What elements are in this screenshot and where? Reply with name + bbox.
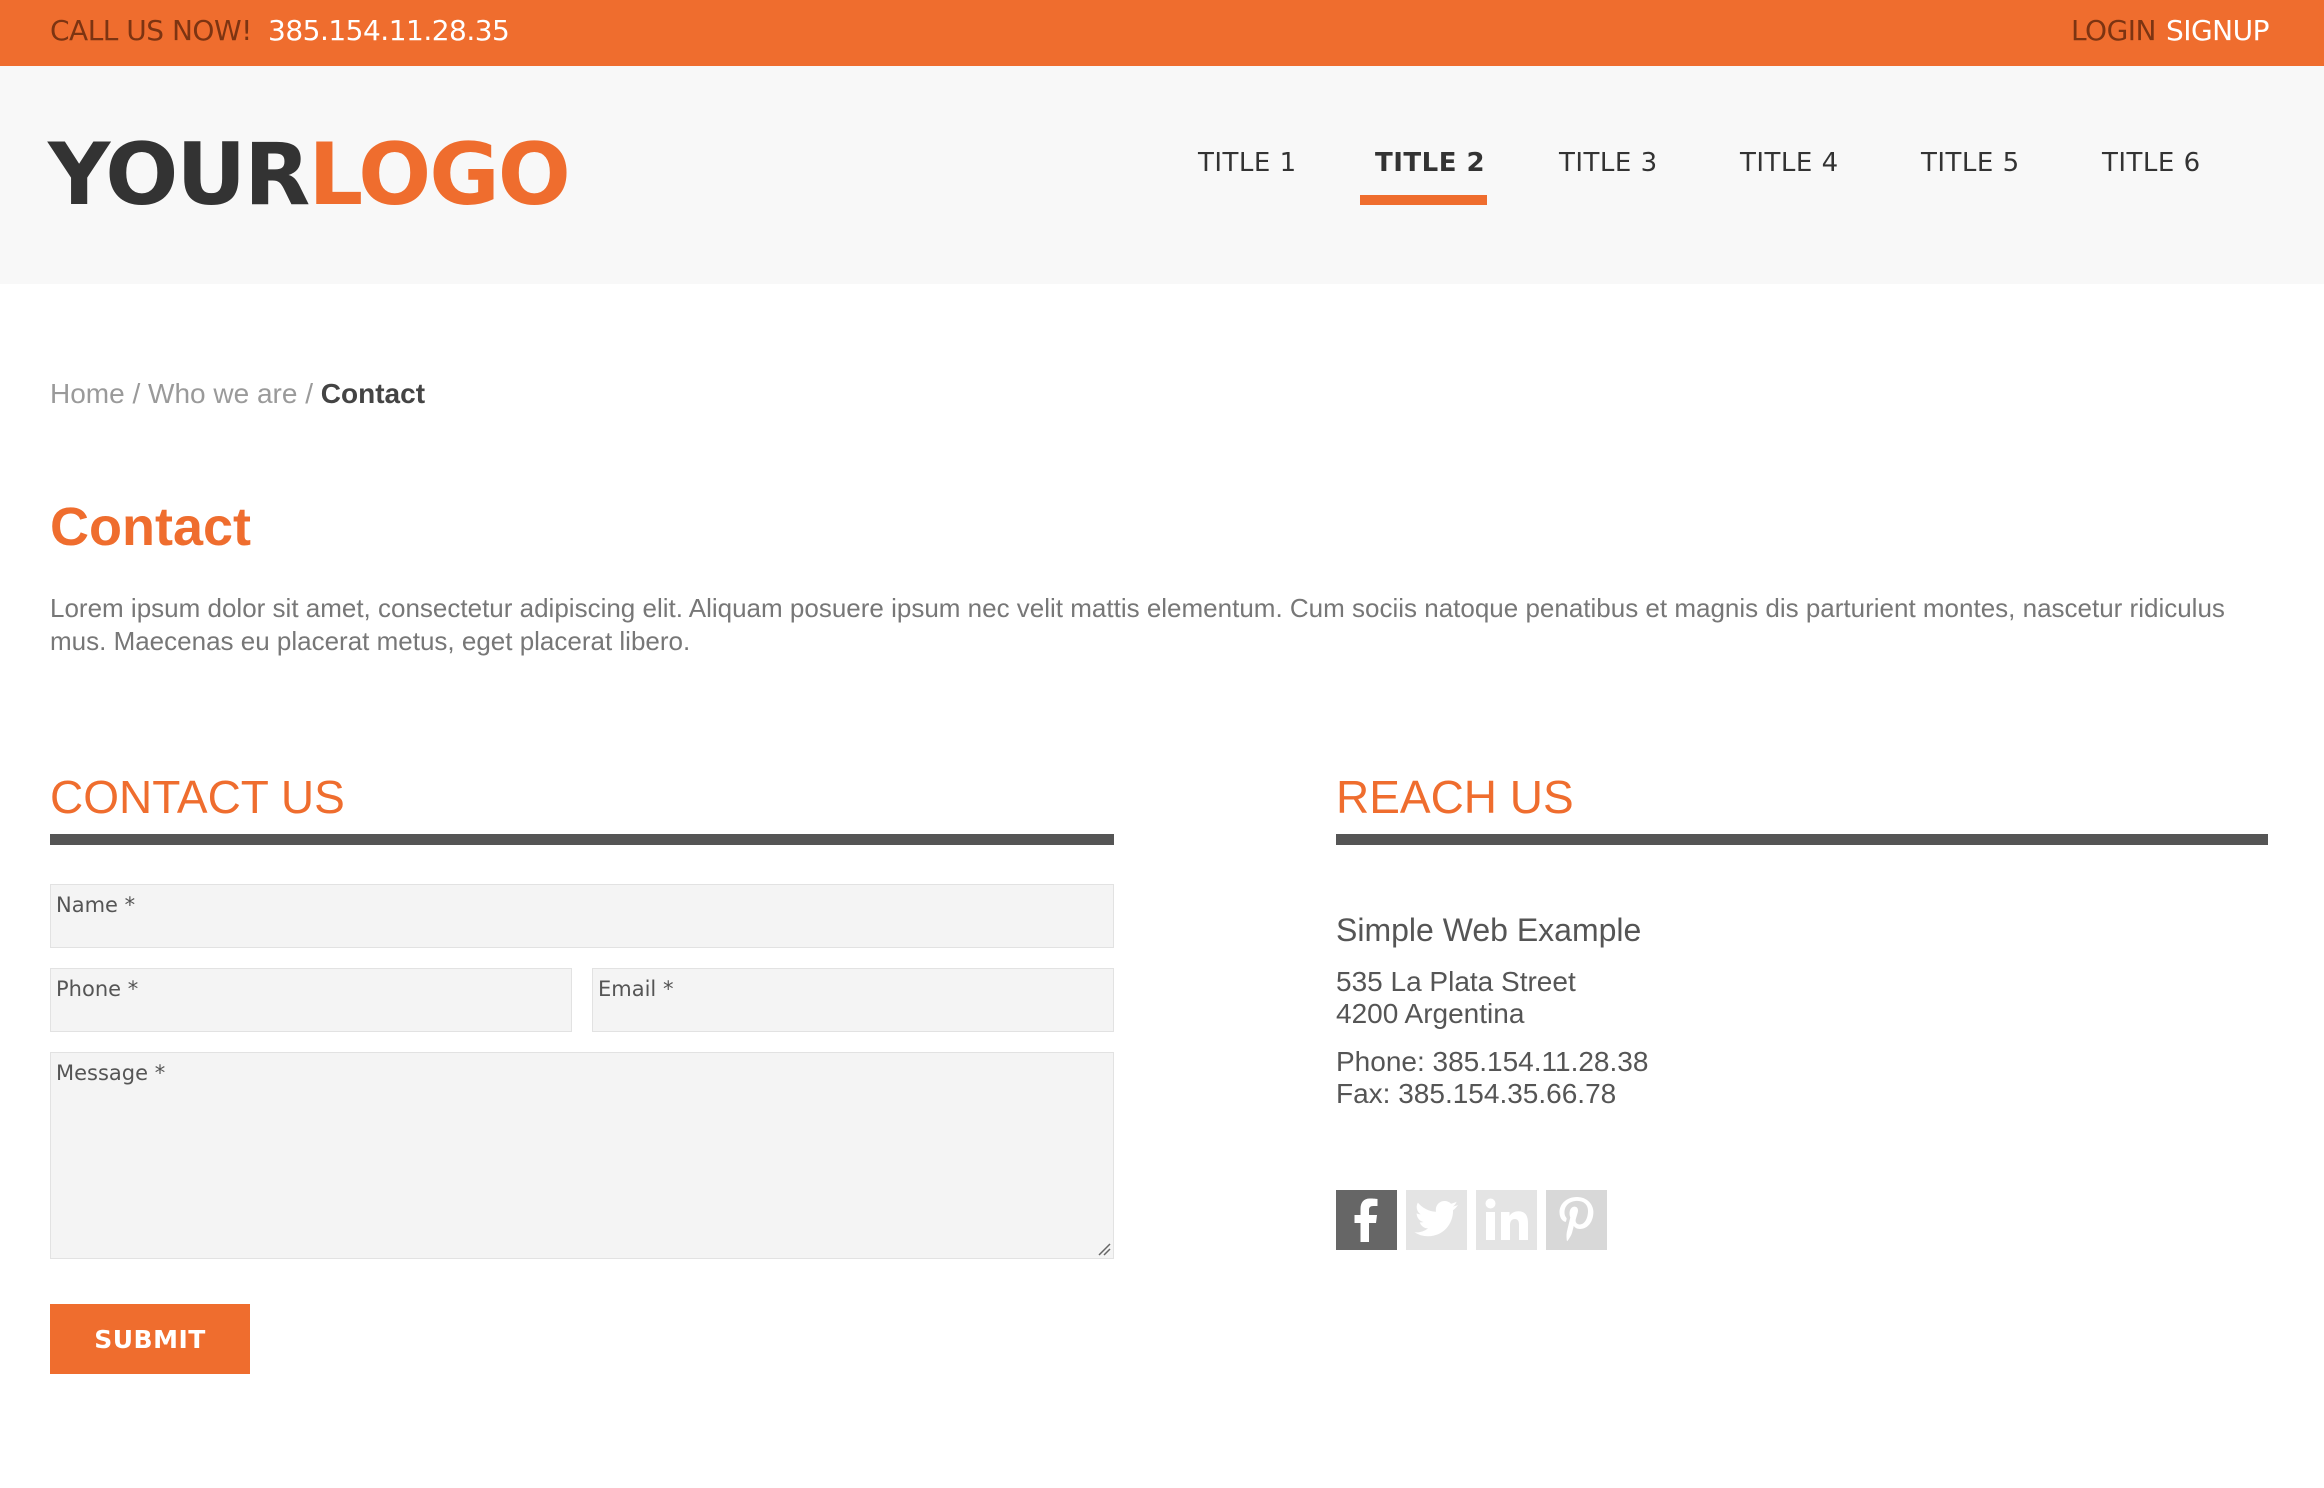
active-nav-indicator [1360, 195, 1487, 205]
nav-item-title-6[interactable]: TITLE 6 [2102, 148, 2201, 178]
message-field[interactable]: Message * [50, 1052, 1114, 1259]
site-header: YOURLOGO TITLE 1 TITLE 2 TITLE 3 TITLE 4… [0, 66, 2324, 284]
email-field-label: Email * [598, 977, 674, 1001]
address-line-2: 4200 Argentina [1336, 998, 1525, 1029]
linkedin-icon[interactable] [1476, 1190, 1537, 1250]
email-field[interactable]: Email * [592, 968, 1114, 1032]
breadcrumb-home[interactable]: Home [50, 378, 125, 409]
name-field-label: Name * [56, 893, 136, 917]
breadcrumb-who-we-are[interactable]: Who we are [148, 378, 297, 409]
call-us-label: CALL US NOW! [50, 14, 252, 47]
twitter-icon[interactable] [1406, 1190, 1467, 1250]
login-link[interactable]: LOGIN [2071, 14, 2157, 47]
nav-item-title-3[interactable]: TITLE 3 [1559, 148, 1658, 178]
nav-item-title-4[interactable]: TITLE 4 [1740, 148, 1839, 178]
reach-us-divider [1336, 834, 2268, 845]
site-logo[interactable]: YOURLOGO [48, 132, 571, 218]
page-title: Contact [50, 497, 251, 557]
breadcrumb-separator: / [132, 378, 141, 409]
nav-item-title-5[interactable]: TITLE 5 [1921, 148, 2020, 178]
message-field-label: Message * [56, 1061, 166, 1085]
logo-part-your: YOUR [48, 125, 310, 225]
nav-item-title-2[interactable]: TITLE 2 [1375, 148, 1485, 178]
contact-us-divider [50, 834, 1114, 845]
nav-item-title-1[interactable]: TITLE 1 [1198, 148, 1297, 178]
intro-paragraph: Lorem ipsum dolor sit amet, consectetur … [50, 593, 2225, 656]
address-line-1: 535 La Plata Street [1336, 966, 1576, 997]
company-name: Simple Web Example [1336, 912, 1642, 948]
phone-field[interactable]: Phone * [50, 968, 572, 1032]
breadcrumb: Home / Who we are / Contact [50, 378, 425, 410]
phone-field-label: Phone * [56, 977, 139, 1001]
contact-fax: Fax: 385.154.35.66.78 [1336, 1078, 1617, 1109]
breadcrumb-separator: / [305, 378, 314, 409]
breadcrumb-current: Contact [320, 378, 426, 409]
logo-part-logo: LOGO [308, 125, 571, 225]
contact-phone: Phone: 385.154.11.28.38 [1336, 1046, 1649, 1077]
facebook-icon[interactable] [1336, 1190, 1397, 1250]
pinterest-icon[interactable] [1546, 1190, 1607, 1250]
signup-link[interactable]: SIGNUP [2166, 14, 2270, 47]
reach-us-heading: REACH US [1336, 771, 1574, 823]
contact-us-heading: CONTACT US [50, 771, 345, 823]
submit-button[interactable]: SUBMIT [50, 1304, 250, 1374]
top-bar: CALL US NOW! 385.154.11.28.35 LOGIN SIGN… [0, 0, 2324, 66]
name-field[interactable]: Name * [50, 884, 1114, 948]
resize-handle-icon[interactable] [1097, 1242, 1111, 1256]
top-phone-number: 385.154.11.28.35 [268, 14, 510, 47]
